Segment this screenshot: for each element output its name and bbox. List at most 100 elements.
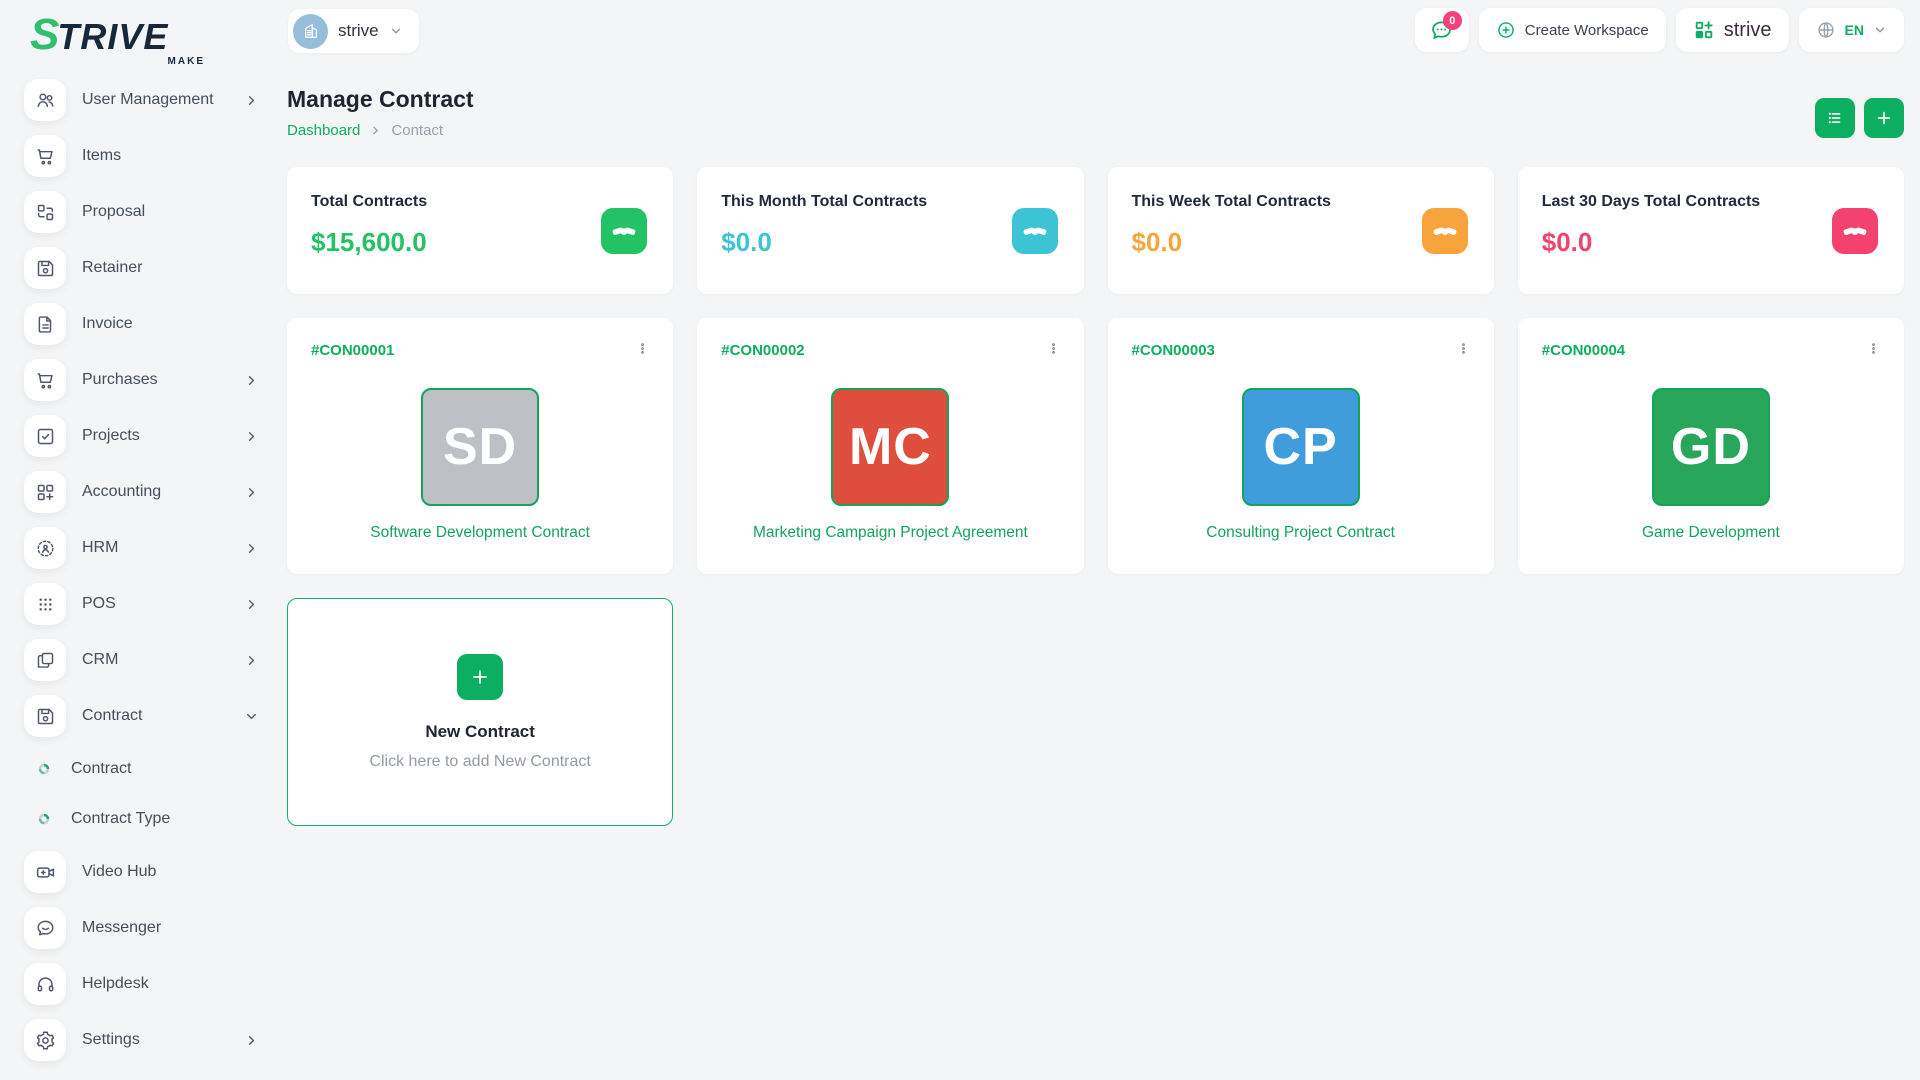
stat-value: $0.0 [721, 227, 1059, 258]
sidebar-item-hrm[interactable]: HRM [0, 520, 283, 576]
handshake-icon [1012, 208, 1058, 254]
sidebar-subitem-contract-type[interactable]: Contract Type [0, 794, 283, 844]
stat-label: Last 30 Days Total Contracts [1542, 193, 1880, 211]
sidebar-item-pos[interactable]: POS [0, 576, 283, 632]
video-icon [24, 851, 66, 893]
circle-plus-icon [1496, 20, 1516, 40]
stat-card-this-month-total-contracts: This Month Total Contracts $0.0 [697, 167, 1083, 294]
logo-text: TRIVE [57, 16, 168, 58]
chevron-right-icon [244, 93, 259, 108]
contract-id-link[interactable]: #CON00003 [1132, 342, 1215, 359]
sidebar-item-crm[interactable]: CRM [0, 632, 283, 688]
kebab-menu-icon[interactable] [1861, 336, 1886, 361]
new-contract-card[interactable]: New Contract Click here to add New Contr… [287, 598, 673, 826]
plus-icon [1874, 108, 1894, 128]
kebab-menu-icon[interactable] [1451, 336, 1476, 361]
handshake-icon [1422, 208, 1468, 254]
gear-icon [24, 1019, 66, 1061]
contract-id-link[interactable]: #CON00001 [311, 342, 394, 359]
stats-grid: Total Contracts $15,600.0 This Month Tot… [287, 167, 1904, 294]
sidebar-item-settings[interactable]: Settings [0, 1012, 283, 1068]
stat-card-this-week-total-contracts: This Week Total Contracts $0.0 [1108, 167, 1494, 294]
contract-card-con00003: #CON00003 CP Consulting Project Contract [1108, 318, 1494, 574]
globe-icon [1816, 20, 1836, 40]
sidebar: User Management Items Proposal Retainer … [0, 60, 283, 1080]
language-code: EN [1845, 22, 1864, 38]
copy-icon [24, 639, 66, 681]
new-contract-row: New Contract Click here to add New Contr… [287, 598, 1904, 826]
plus-icon [469, 666, 491, 688]
workspace-selector-label: strive [338, 21, 379, 41]
sidebar-item-user-management[interactable]: User Management [0, 72, 283, 128]
sidebar-item-invoice[interactable]: Invoice [0, 296, 283, 352]
cart-icon [24, 359, 66, 401]
stat-card-last-30-days-total-contracts: Last 30 Days Total Contracts $0.0 [1518, 167, 1904, 294]
sidebar-item-messenger[interactable]: Messenger [0, 900, 283, 956]
chevron-right-icon [244, 429, 259, 444]
sidebar-item-contract[interactable]: Contract [0, 688, 283, 744]
stat-label: This Month Total Contracts [721, 193, 1059, 211]
language-selector[interactable]: EN [1799, 8, 1904, 52]
dots-grid-icon [24, 583, 66, 625]
breadcrumb-dashboard-link[interactable]: Dashboard [287, 122, 360, 139]
contract-id-link[interactable]: #CON00004 [1542, 342, 1625, 359]
topbar-actions: 0 Create Workspace strive EN [1415, 8, 1904, 52]
sidebar-item-retainer[interactable]: Retainer [0, 240, 283, 296]
chevron-right-icon [244, 485, 259, 500]
contract-avatar: CP [1242, 388, 1360, 506]
ring-icon [38, 763, 50, 775]
contract-avatar: SD [421, 388, 539, 506]
chevron-right-icon [244, 1033, 259, 1048]
contract-name-link[interactable]: Software Development Contract [311, 524, 649, 542]
contract-name-link[interactable]: Consulting Project Contract [1132, 524, 1470, 542]
kebab-menu-icon[interactable] [630, 336, 655, 361]
chevron-right-icon [244, 653, 259, 668]
sidebar-item-proposal[interactable]: Proposal [0, 184, 283, 240]
stat-value: $0.0 [1132, 227, 1470, 258]
active-workspace-button[interactable]: strive [1676, 8, 1789, 52]
create-workspace-label: Create Workspace [1525, 22, 1649, 39]
stat-value: $15,600.0 [311, 227, 649, 258]
sidebar-item-items[interactable]: Items [0, 128, 283, 184]
building-icon [293, 14, 328, 49]
new-contract-title: New Contract [425, 722, 535, 742]
save-icon [24, 695, 66, 737]
sidebar-item-accounting[interactable]: Accounting [0, 464, 283, 520]
sidebar-item-video-hub[interactable]: Video Hub [0, 844, 283, 900]
chevron-down-icon [1873, 23, 1887, 37]
sidebar-item-helpdesk[interactable]: Helpdesk [0, 956, 283, 1012]
list-view-button[interactable] [1815, 98, 1855, 138]
proposal-icon [24, 191, 66, 233]
ring-icon [38, 813, 50, 825]
page-toolbar [1815, 98, 1904, 138]
stat-card-total-contracts: Total Contracts $15,600.0 [287, 167, 673, 294]
handshake-icon [1832, 208, 1878, 254]
chevron-down-icon [389, 24, 403, 38]
stat-label: This Week Total Contracts [1132, 193, 1470, 211]
sidebar-item-purchases[interactable]: Purchases [0, 352, 283, 408]
main-content: Manage Contract Dashboard Contact Total … [283, 60, 1920, 1080]
new-contract-plus-button[interactable] [457, 654, 503, 700]
contract-id-link[interactable]: #CON00002 [721, 342, 804, 359]
add-contract-button[interactable] [1864, 98, 1904, 138]
workspace-selector[interactable]: strive [288, 9, 419, 53]
contract-name-link[interactable]: Game Development [1542, 524, 1880, 542]
chevron-right-icon [244, 373, 259, 388]
kebab-menu-icon[interactable] [1041, 336, 1066, 361]
sidebar-item-projects[interactable]: Projects [0, 408, 283, 464]
app-logo[interactable]: STRIVE MAKE [30, 10, 205, 67]
handshake-icon [601, 208, 647, 254]
check-square-icon [24, 415, 66, 457]
page-header: Manage Contract Dashboard Contact [287, 86, 1904, 139]
messages-button[interactable]: 0 [1415, 8, 1469, 52]
logo-letter: S [30, 10, 57, 60]
contract-name-link[interactable]: Marketing Campaign Project Agreement [721, 524, 1059, 542]
message-icon [24, 907, 66, 949]
breadcrumb-current: Contact [391, 122, 443, 139]
create-workspace-button[interactable]: Create Workspace [1479, 8, 1666, 52]
sidebar-subitem-contract[interactable]: Contract [0, 744, 283, 794]
cart-icon [24, 135, 66, 177]
active-workspace-label: strive [1724, 19, 1772, 42]
save-icon [24, 247, 66, 289]
chevron-right-icon [244, 541, 259, 556]
